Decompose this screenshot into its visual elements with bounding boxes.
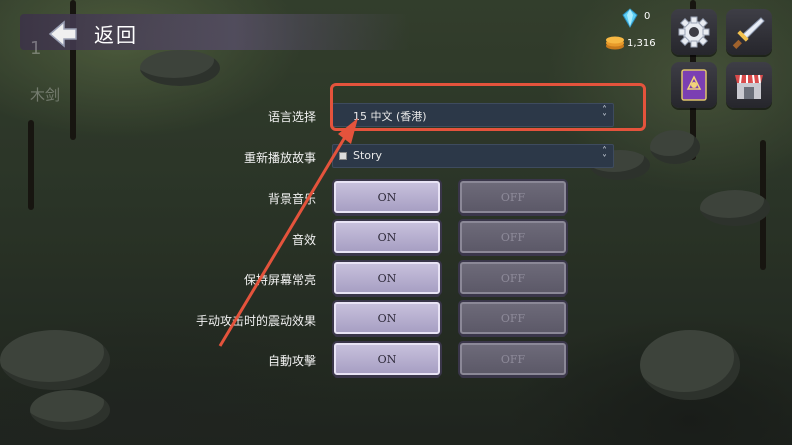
annotation-highlight-box [330,83,646,131]
auto-attack-on-button[interactable]: ON [334,343,440,375]
shop-icon [735,74,763,99]
auto-attack-label: 自動攻擊 [267,354,316,368]
gem-icon [622,8,638,28]
weapon-button[interactable] [726,9,772,55]
gear-icon [678,16,710,48]
top-bar: 1 木剑 返回 0 1,316 [0,0,792,108]
spellbook-button[interactable] [671,62,717,108]
background-text: 1 [30,38,42,59]
coin-count: 1,316 [627,38,656,49]
gem-count: 0 [644,11,651,22]
back-label[interactable]: 返回 [94,19,138,48]
shop-button[interactable] [726,62,772,108]
keep-screen-on-on-button[interactable]: ON [334,262,440,294]
replay-story-value: Story [353,149,383,162]
back-arrow-icon[interactable] [48,20,78,48]
chevron-updown-icon: ˄ ˅ [602,146,607,165]
settings-button[interactable] [671,9,717,55]
sfx-label: 音效 [291,233,316,247]
bgm-off-button[interactable]: OFF [460,181,566,213]
vibration-on-button[interactable]: ON [334,302,440,334]
sfx-on-button[interactable]: ON [334,221,440,253]
language-label: 语言选择 [267,110,316,124]
replay-story-select[interactable]: Story ˄ ˅ [332,144,614,168]
vibration-off-button[interactable]: OFF [460,302,566,334]
sfx-off-button[interactable]: OFF [460,221,566,253]
sword-icon [732,17,765,49]
keep-screen-on-off-button[interactable]: OFF [460,262,566,294]
vibration-label: 手动攻击时的震动效果 [195,314,316,328]
replay-story-label: 重新播放故事 [243,151,316,165]
bgm-label: 背景音乐 [267,192,316,206]
auto-attack-off-button[interactable]: OFF [460,343,566,375]
back-button-bar[interactable] [20,14,410,50]
keep-screen-on-label: 保持屏幕常亮 [243,273,316,287]
bgm-on-button[interactable]: ON [334,181,440,213]
background-text: 木剑 [30,86,61,104]
spellbook-icon [681,69,707,101]
story-flag-icon [339,152,347,160]
coin-icon [606,36,624,50]
